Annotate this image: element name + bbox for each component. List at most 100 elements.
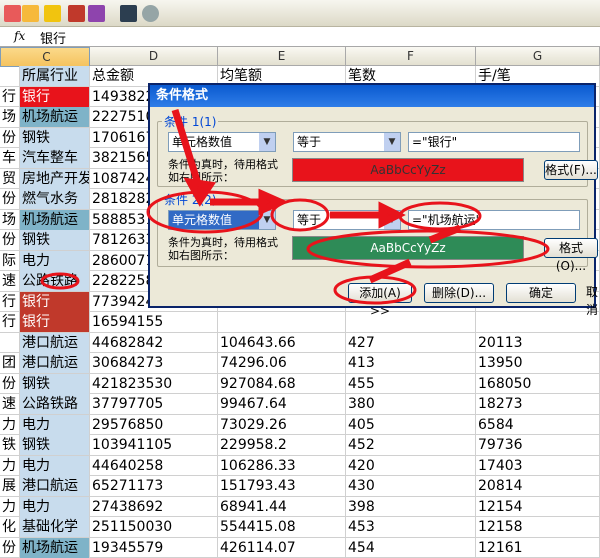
table-cell[interactable]: 17403 <box>476 456 600 476</box>
table-cell[interactable]: 电力 <box>20 497 90 517</box>
table-cell[interactable]: 机场航运 <box>20 210 90 230</box>
table-cell[interactable]: 405 <box>346 415 476 435</box>
table-cell[interactable]: 铁 <box>0 435 20 455</box>
table-cell[interactable]: 钢铁 <box>20 128 90 148</box>
table-cell[interactable]: 汽车整车 <box>20 148 90 168</box>
table-cell[interactable]: 554415.08 <box>218 517 346 537</box>
zoom-icon[interactable] <box>120 5 137 22</box>
add-button[interactable]: 添加(A) >> <box>348 283 412 303</box>
delete-button[interactable]: 删除(D)... <box>424 283 494 303</box>
formula-value[interactable]: 银行 <box>40 28 66 47</box>
table-cell[interactable]: 13950 <box>476 353 600 373</box>
table-cell[interactable]: 453 <box>346 517 476 537</box>
table-cell[interactable]: 钢铁 <box>20 374 90 394</box>
table-cell[interactable]: 104643.66 <box>218 333 346 353</box>
table-cell[interactable]: 化 <box>0 517 20 537</box>
table-cell[interactable]: 份 <box>0 374 20 394</box>
condition-1-value-input[interactable]: ="银行" <box>408 132 580 152</box>
help-icon[interactable] <box>142 5 159 22</box>
table-cell[interactable]: 12154 <box>476 497 600 517</box>
table-cell[interactable]: 速 <box>0 394 20 414</box>
table-cell[interactable]: 29576850 <box>90 415 218 435</box>
table-cell[interactable]: 银行 <box>20 87 90 107</box>
table-cell[interactable]: 74296.06 <box>218 353 346 373</box>
table-cell[interactable]: 速 <box>0 271 20 291</box>
table-cell[interactable]: 电力 <box>20 415 90 435</box>
format-button-2[interactable]: 格式(O)... <box>544 238 598 258</box>
condition-2-value-input[interactable]: ="机场航运" <box>408 210 580 230</box>
table-cell[interactable]: 场 <box>0 107 20 127</box>
table-cell[interactable]: 行 <box>0 87 20 107</box>
table-cell[interactable]: 力 <box>0 456 20 476</box>
table-cell[interactable]: 380 <box>346 394 476 414</box>
table-cell[interactable]: 106286.33 <box>218 456 346 476</box>
column-header-f[interactable]: F <box>346 47 476 66</box>
ok-button[interactable]: 确定 <box>506 283 576 303</box>
table-cell[interactable]: 电力 <box>20 251 90 271</box>
table-cell[interactable] <box>346 312 476 332</box>
table-cell[interactable]: 168050 <box>476 374 600 394</box>
table-cell[interactable]: 基础化学 <box>20 517 90 537</box>
table-cell[interactable]: 份 <box>0 128 20 148</box>
table-cell[interactable]: 机场航运 <box>20 538 90 558</box>
table-cell[interactable]: 电力 <box>20 456 90 476</box>
table-cell[interactable]: 20113 <box>476 333 600 353</box>
table-cell[interactable]: 103941105 <box>90 435 218 455</box>
condition-1-type-select[interactable]: 单元格数值▼ <box>168 132 276 152</box>
table-cell[interactable]: 所属行业 <box>20 66 90 86</box>
table-cell[interactable]: 44640258 <box>90 456 218 476</box>
table-cell[interactable]: 73029.26 <box>218 415 346 435</box>
table-cell[interactable]: 421823530 <box>90 374 218 394</box>
table-cell[interactable]: 钢铁 <box>20 230 90 250</box>
table-cell[interactable]: 力 <box>0 497 20 517</box>
column-header-g[interactable]: G <box>476 47 600 66</box>
table-cell[interactable] <box>218 312 346 332</box>
table-cell[interactable]: 份 <box>0 189 20 209</box>
table-cell[interactable]: 99467.64 <box>218 394 346 414</box>
table-cell[interactable]: 927084.68 <box>218 374 346 394</box>
table-cell[interactable]: 力 <box>0 415 20 435</box>
table-cell[interactable]: 贸 <box>0 169 20 189</box>
table-cell[interactable]: 18273 <box>476 394 600 414</box>
table-cell[interactable]: 12158 <box>476 517 600 537</box>
condition-2-operator-select[interactable]: 等于▼ <box>293 210 401 230</box>
table-cell[interactable]: 454 <box>346 538 476 558</box>
table-cell[interactable]: 钢铁 <box>20 435 90 455</box>
formula-bar[interactable]: fx 银行 <box>0 27 600 47</box>
table-cell[interactable]: 公路铁路 <box>20 394 90 414</box>
table-cell[interactable]: 79736 <box>476 435 600 455</box>
table-cell[interactable]: 251150030 <box>90 517 218 537</box>
table-cell[interactable] <box>0 333 20 353</box>
table-cell[interactable]: 426114.07 <box>218 538 346 558</box>
table-cell[interactable] <box>476 312 600 332</box>
format-button-1[interactable]: 格式(F)... <box>544 160 598 180</box>
table-cell[interactable]: 港口航运 <box>20 333 90 353</box>
table-cell[interactable]: 港口航运 <box>20 353 90 373</box>
table-cell[interactable]: 27438692 <box>90 497 218 517</box>
table-cell[interactable]: 机场航运 <box>20 107 90 127</box>
table-cell[interactable]: 6584 <box>476 415 600 435</box>
table-cell[interactable]: 场 <box>0 210 20 230</box>
column-header-d[interactable]: D <box>90 47 218 66</box>
table-cell[interactable]: 银行 <box>20 312 90 332</box>
table-cell[interactable]: 份 <box>0 230 20 250</box>
table-cell[interactable]: 展 <box>0 476 20 496</box>
condition-1-operator-select[interactable]: 等于▼ <box>293 132 401 152</box>
table-icon[interactable] <box>88 5 105 22</box>
table-cell[interactable]: 68941.44 <box>218 497 346 517</box>
table-cell[interactable]: 229958.2 <box>218 435 346 455</box>
table-cell[interactable]: 19345579 <box>90 538 218 558</box>
chart-icon[interactable] <box>68 5 85 22</box>
table-cell[interactable]: 20814 <box>476 476 600 496</box>
table-cell[interactable]: 44682842 <box>90 333 218 353</box>
table-cell[interactable]: 30684273 <box>90 353 218 373</box>
table-cell[interactable]: 际 <box>0 251 20 271</box>
table-cell[interactable]: 燃气水务 <box>20 189 90 209</box>
table-cell[interactable] <box>0 66 20 86</box>
table-cell[interactable]: 16594155 <box>90 312 218 332</box>
cut-icon[interactable] <box>4 5 21 22</box>
table-cell[interactable]: 427 <box>346 333 476 353</box>
table-cell[interactable]: 398 <box>346 497 476 517</box>
table-cell[interactable]: 452 <box>346 435 476 455</box>
table-cell[interactable]: 12161 <box>476 538 600 558</box>
